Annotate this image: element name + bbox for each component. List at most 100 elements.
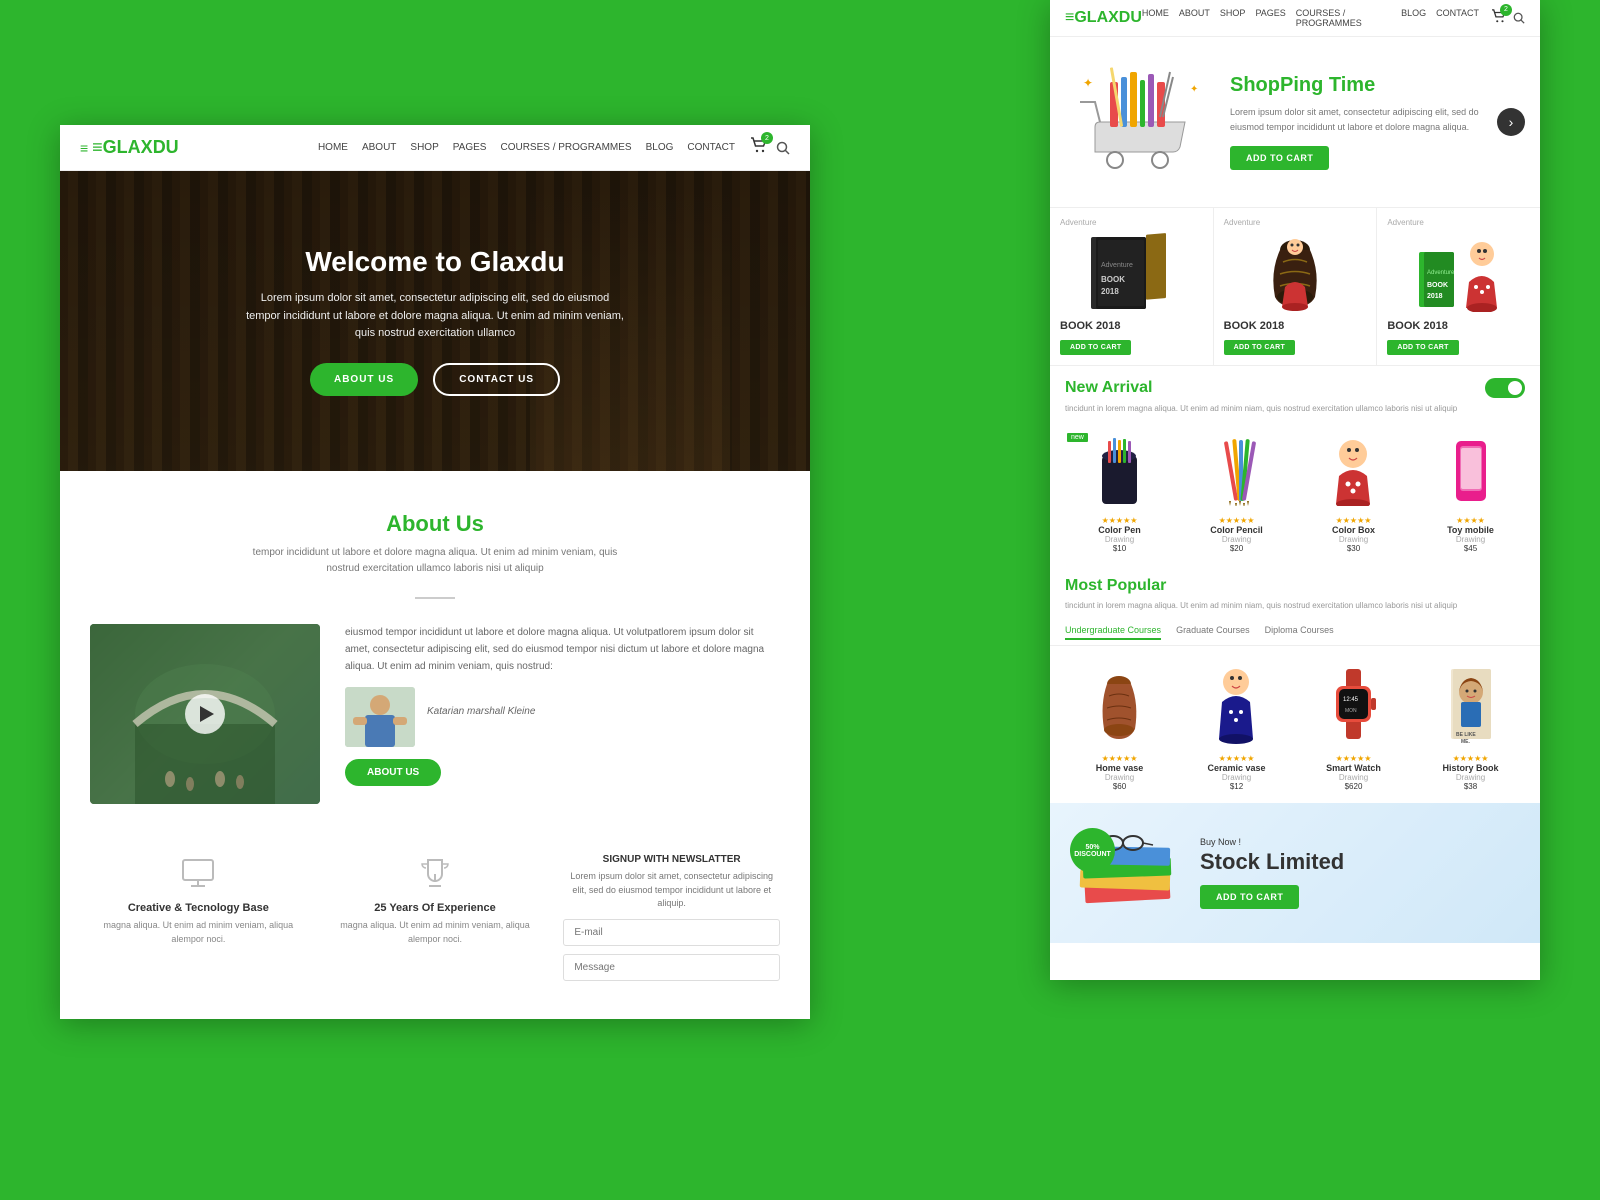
popular-sub-3: Drawing <box>1416 773 1525 782</box>
shopping-cart-image: ✦ ✦ <box>1065 52 1215 192</box>
left-panel: ≡≡GLAXDU HOME ABOUT SHOP PAGES COURSES /… <box>60 125 810 1019</box>
right-nav-pages[interactable]: PAGES <box>1255 8 1285 28</box>
right-nav-contact[interactable]: CONTACT <box>1436 8 1479 28</box>
pen-cup-svg <box>1092 436 1147 506</box>
popular-item-2: 12:45 MON ★★★★★ Smart Watch Drawing $620 <box>1299 659 1408 791</box>
shopping-info: ShopPing Time Lorem ipsum dolor sit amet… <box>1215 74 1487 170</box>
hero-about-button[interactable]: ABOUT US <box>310 363 418 396</box>
newsletter-message-input[interactable] <box>563 954 780 981</box>
phone-svg <box>1443 436 1498 506</box>
hero-contact-button[interactable]: CONTACT US <box>433 363 560 396</box>
feature-item-0: Creative & Tecnology Base magna aliqua. … <box>90 854 307 989</box>
nav-shop[interactable]: SHOP <box>410 142 438 153</box>
left-nav-icons: 2 <box>750 137 790 158</box>
product-card-2: Adventure Adventure BOOK 2018 <box>1377 208 1540 365</box>
next-arrow[interactable]: › <box>1497 108 1525 136</box>
arrival-name-0: Color Pen <box>1065 525 1174 535</box>
arrival-stars-0: ★★★★★ <box>1065 516 1174 525</box>
vase-svg <box>1250 232 1340 312</box>
popular-image-2: 12:45 MON <box>1299 659 1408 749</box>
nav-courses[interactable]: COURSES / PROGRAMMES <box>500 142 631 153</box>
popular-name-2: Smart Watch <box>1299 763 1408 773</box>
svg-text:2018: 2018 <box>1101 287 1119 296</box>
about-video[interactable] <box>90 624 320 804</box>
tab-graduate[interactable]: Graduate Courses <box>1176 625 1250 640</box>
products-row: Adventure Adventure BOOK 2018 BOOK 2018 … <box>1050 208 1540 366</box>
left-logo: ≡≡GLAXDU <box>80 137 179 158</box>
right-nav-links: HOME ABOUT SHOP PAGES COURSES / PROGRAMM… <box>1142 8 1479 28</box>
about-button-sm[interactable]: ABOUT US <box>345 759 441 786</box>
about-content: eiusmod tempor incididunt ut labore et d… <box>90 624 780 804</box>
book-popular-svg: BE LIKE ME. <box>1443 664 1498 744</box>
feature-text-0: magna aliqua. Ut enim ad minim veniam, a… <box>90 919 307 946</box>
arrival-sub-1: Drawing <box>1182 535 1291 544</box>
right-nav-blog[interactable]: BLOG <box>1401 8 1426 28</box>
about-text-area: eiusmod tempor incididunt ut labore et d… <box>345 624 780 786</box>
arrival-image-0: new <box>1065 431 1174 511</box>
nav-pages[interactable]: PAGES <box>453 142 487 153</box>
right-cart-icon-wrap[interactable]: 2 <box>1491 9 1507 28</box>
right-nav-icons: 2 <box>1491 9 1525 28</box>
cart-icon-wrap[interactable]: 2 <box>750 137 768 158</box>
shopping-add-to-cart-button[interactable]: ADD TO CART <box>1230 146 1329 170</box>
add-to-cart-button-2[interactable]: ADD TO CART <box>1387 340 1458 355</box>
shopping-banner: ✦ ✦ ShopPing Time Lorem ipsum dolor sit … <box>1050 37 1540 208</box>
new-badge-0: new <box>1067 433 1088 442</box>
vase-popular-svg <box>1092 664 1147 744</box>
popular-sub-2: Drawing <box>1299 773 1408 782</box>
popular-image-0 <box>1065 659 1174 749</box>
hero-content: Welcome to Glaxdu Lorem ipsum dolor sit … <box>245 246 625 396</box>
feature-item-2: SIGNUP WITH NEWSLATTER Lorem ipsum dolor… <box>563 854 780 989</box>
right-panel: ≡GLAXDU HOME ABOUT SHOP PAGES COURSES / … <box>1050 0 1540 980</box>
popular-name-0: Home vase <box>1065 763 1174 773</box>
feature-title-1: 25 Years Of Experience <box>327 902 544 914</box>
logo-suffix: DU <box>153 137 179 157</box>
hero-section: Welcome to Glaxdu Lorem ipsum dolor sit … <box>60 171 810 471</box>
new-arrival-toggle[interactable] <box>1485 378 1525 398</box>
search-icon[interactable] <box>776 141 790 155</box>
most-popular-tabs: Undergraduate Courses Graduate Courses D… <box>1050 620 1540 646</box>
right-search-icon[interactable] <box>1513 12 1525 24</box>
popular-stars-0: ★★★★★ <box>1065 754 1174 763</box>
arrival-item-2: ★★★★★ Color Box Drawing $30 <box>1299 431 1408 553</box>
add-to-cart-button-0[interactable]: ADD TO CART <box>1060 340 1131 355</box>
most-popular-header: Most Popular <box>1050 565 1540 600</box>
nav-blog[interactable]: BLOG <box>646 142 674 153</box>
nav-home[interactable]: HOME <box>318 142 348 153</box>
arrival-stars-3: ★★★★ <box>1416 516 1525 525</box>
arrival-image-1 <box>1182 431 1291 511</box>
most-popular-heading: Most Popular <box>1065 577 1525 595</box>
shopping-title: ShopPing Time <box>1230 74 1487 97</box>
product-image-0: Adventure BOOK 2018 <box>1060 229 1203 314</box>
popular-price-3: $38 <box>1416 782 1525 791</box>
play-button[interactable] <box>185 694 225 734</box>
add-to-cart-button-1[interactable]: ADD TO CART <box>1224 340 1295 355</box>
tab-undergraduate[interactable]: Undergraduate Courses <box>1065 625 1161 640</box>
nav-contact[interactable]: CONTACT <box>687 142 735 153</box>
product-name-2: BOOK 2018 <box>1387 320 1530 332</box>
tab-diploma[interactable]: Diploma Courses <box>1265 625 1334 640</box>
person-name: Katarian marshall Kleine <box>427 703 535 720</box>
popular-name-1: Ceramic vase <box>1182 763 1291 773</box>
shopping-cart-svg: ✦ ✦ <box>1065 52 1215 192</box>
nav-about[interactable]: ABOUT <box>362 142 396 153</box>
stock-add-to-cart-button[interactable]: ADD TO CART <box>1200 885 1299 909</box>
trophy-icon <box>416 854 454 892</box>
feature-icon-1 <box>415 854 455 894</box>
person-name-area: Katarian marshall Kleine <box>427 703 535 732</box>
arrival-item-0: new ★★★★★ Color Pen Drawing $10 <box>1065 431 1174 553</box>
right-nav-shop[interactable]: SHOP <box>1220 8 1246 28</box>
arrival-item-1: ★★★★★ Color Pencil Drawing $20 <box>1182 431 1291 553</box>
feature-item-1: 25 Years Of Experience magna aliqua. Ut … <box>327 854 544 989</box>
right-nav-about[interactable]: ABOUT <box>1179 8 1210 28</box>
arrival-price-1: $20 <box>1182 544 1291 553</box>
product-badge-2: Adventure <box>1387 218 1530 227</box>
popular-stars-2: ★★★★★ <box>1299 754 1408 763</box>
about-body-text1: eiusmod tempor incididunt ut labore et d… <box>345 624 780 675</box>
right-nav-home[interactable]: HOME <box>1142 8 1169 28</box>
newsletter-email-input[interactable] <box>563 919 780 946</box>
about-title: About Us <box>90 511 780 537</box>
right-nav-courses[interactable]: COURSES / PROGRAMMES <box>1296 8 1391 28</box>
product-card-1: Adventure <box>1214 208 1378 365</box>
svg-text:BOOK: BOOK <box>1101 275 1125 284</box>
